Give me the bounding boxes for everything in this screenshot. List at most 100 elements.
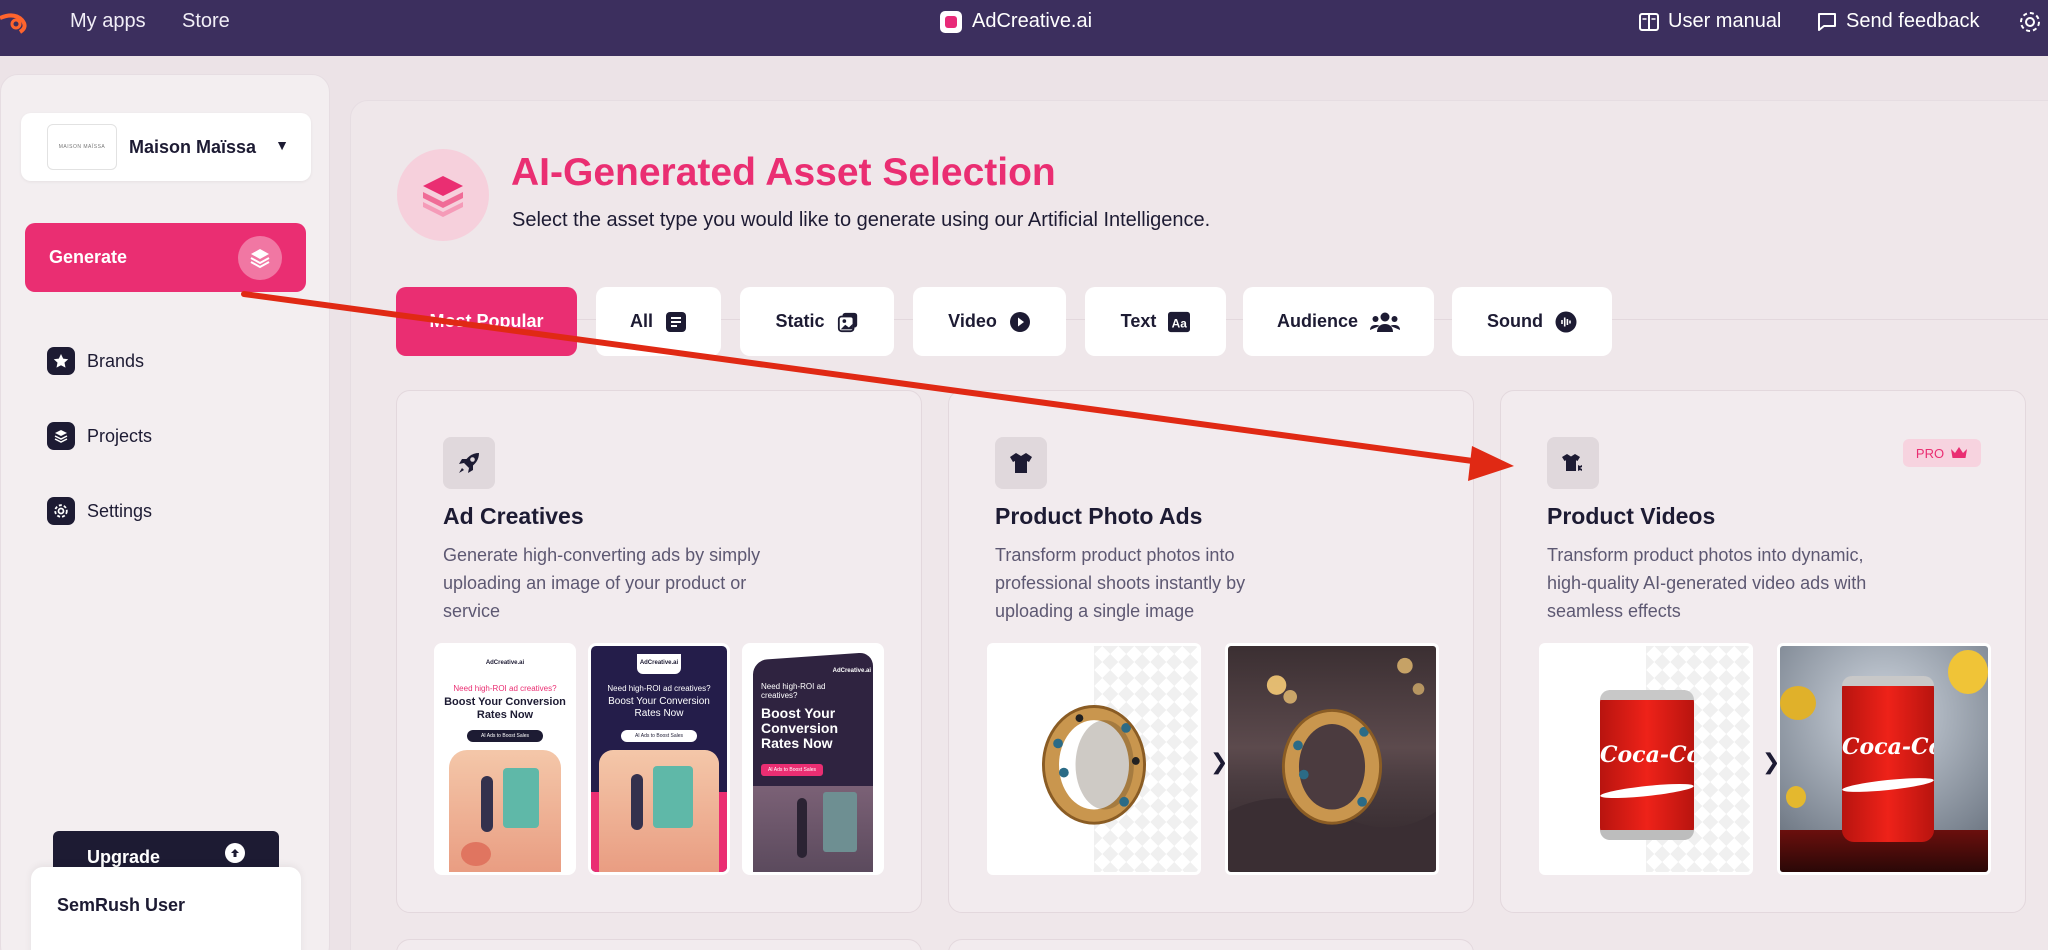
- tab-text[interactable]: Text Aa: [1085, 287, 1226, 356]
- card-title: Ad Creatives: [443, 503, 584, 529]
- page-title: AI-Generated Asset Selection: [511, 151, 1056, 194]
- my-apps-link[interactable]: My apps: [70, 10, 146, 33]
- ad-cta: AI Ads to Boost Sales: [621, 730, 697, 742]
- ad-preview-1: AdCreative.ai Need high-ROI ad creatives…: [434, 643, 576, 875]
- tab-label: Video: [948, 311, 997, 331]
- user-manual-label: User manual: [1668, 10, 1782, 32]
- sidebar-item-label: Brands: [87, 350, 145, 371]
- card-title: Product Videos: [1547, 503, 1716, 529]
- tab-most-popular[interactable]: Most Popular: [396, 287, 577, 356]
- tab-label: Audience: [1276, 311, 1359, 331]
- tab-all[interactable]: All: [596, 287, 721, 356]
- video-shirt-icon: [1547, 437, 1599, 489]
- sidebar-item-projects[interactable]: Projects: [47, 422, 152, 450]
- ad-preview-2: AdCreative.ai Need high-ROI ad creatives…: [588, 643, 730, 875]
- gold-ring-image: [1042, 705, 1146, 825]
- main-panel: AI-Generated Asset Selection Select the …: [350, 100, 2048, 950]
- tab-label: Most Popular: [429, 311, 544, 331]
- pro-badge-label: PRO: [1915, 445, 1945, 461]
- sidebar-item-label: Projects: [87, 425, 153, 446]
- sidebar-item-label: Settings: [87, 500, 153, 521]
- ad-headline: Boost Your Conversion Rates Now: [608, 696, 710, 719]
- svg-text:Aa: Aa: [1172, 316, 1188, 330]
- user-name: SemRush User: [57, 895, 186, 915]
- user-card[interactable]: SemRush User: [31, 867, 301, 950]
- ad-kicker: Need high-ROI ad creatives?: [453, 684, 557, 693]
- brand-name: Maison Maïssa: [129, 136, 257, 157]
- asset-card-product-photo-ads[interactable]: Product Photo Ads Transform product phot…: [948, 390, 1474, 913]
- gear-icon[interactable]: [2018, 10, 2042, 34]
- list-icon: [665, 311, 687, 333]
- brand-selector[interactable]: MAISON MAÏSSA Maison Maïssa ▼: [21, 113, 311, 181]
- ad-brand: AdCreative.ai: [832, 668, 871, 674]
- top-bar: My apps Store AdCreative.ai User manual …: [0, 0, 2048, 56]
- brand-logo: MAISON MAÏSSA: [47, 124, 117, 170]
- ad-kicker: Need high-ROI ad creatives?: [607, 684, 711, 693]
- ad-brand: AdCreative.ai: [639, 660, 679, 666]
- asset-card-product-videos[interactable]: PRO Product Videos Transform product pho…: [1500, 390, 2026, 913]
- gear-icon: [47, 497, 75, 525]
- ad-headline: Boost Your Conversion Rates Now: [761, 705, 839, 751]
- layers-icon: [397, 149, 489, 241]
- layers-icon: [238, 236, 282, 280]
- can-label: Coca-Col: [1842, 734, 1934, 760]
- soda-can-image: Coca-Col: [1841, 676, 1935, 842]
- pro-badge: PRO: [1903, 439, 1981, 467]
- ad-cta: AI Ads to Boost Sales: [761, 764, 823, 776]
- arrow-up-icon: [225, 843, 245, 863]
- crown-icon: [1951, 447, 1968, 458]
- send-feedback-link[interactable]: Send feedback: [1816, 10, 1979, 33]
- tab-video[interactable]: Video: [913, 287, 1066, 356]
- ad-preview-3: AdCreative.ai Need high-ROI ad creatives…: [742, 643, 884, 875]
- tab-static[interactable]: Static: [740, 287, 894, 356]
- star-icon: [47, 347, 75, 375]
- upgrade-label: Upgrade: [87, 846, 161, 867]
- ad-illustration: [753, 786, 873, 872]
- app-title: AdCreative.ai: [940, 10, 1092, 33]
- store-link[interactable]: Store: [182, 10, 230, 33]
- product-photo-after: [1225, 643, 1439, 875]
- sidebar-item-brands[interactable]: Brands: [47, 347, 144, 375]
- users-icon: [1370, 311, 1401, 333]
- soda-can-image: Coca-Col: [1599, 690, 1695, 840]
- generate-label: Generate: [49, 247, 128, 267]
- can-label: Coca-Col: [1600, 742, 1694, 768]
- tab-sound[interactable]: Sound: [1452, 287, 1612, 356]
- generate-button[interactable]: Generate: [25, 223, 306, 292]
- sidebar-item-settings[interactable]: Settings: [47, 497, 152, 525]
- layers-icon: [47, 422, 75, 450]
- ad-illustration: [599, 750, 719, 872]
- ad-illustration: [449, 750, 561, 872]
- send-feedback-label: Send feedback: [1846, 10, 1980, 32]
- tab-label: Sound: [1487, 311, 1543, 331]
- card-description: Transform product photos into profession…: [995, 545, 1246, 621]
- rocket-icon: [443, 437, 495, 489]
- book-icon: [1639, 12, 1659, 31]
- ad-brand: AdCreative.ai: [485, 660, 525, 666]
- product-video-after: Coca-Col: [1777, 643, 1991, 875]
- card-title: Product Photo Ads: [995, 503, 1203, 529]
- gold-ring-image: [1228, 657, 1436, 872]
- tab-audience[interactable]: Audience: [1243, 287, 1434, 356]
- product-photo-before: [987, 643, 1201, 875]
- ad-cta: AI Ads to Boost Sales: [467, 730, 543, 742]
- shirt-icon: [995, 437, 1047, 489]
- asset-card-ad-creatives[interactable]: Ad Creatives Generate high-converting ad…: [396, 390, 922, 913]
- sidebar: MAISON MAÏSSA Maison Maïssa ▼ Generate B…: [0, 74, 330, 950]
- tab-label: Text: [1120, 311, 1157, 331]
- card-description: Transform product photos into dynamic, h…: [1547, 545, 1867, 621]
- images-icon: [837, 311, 859, 333]
- feedback-icon: [1818, 12, 1836, 31]
- semrush-logo-icon[interactable]: [0, 10, 34, 36]
- asset-card-next-row: [396, 939, 922, 950]
- tab-label: All: [629, 311, 653, 331]
- card-description: Generate high-converting ads by simply u…: [443, 545, 761, 621]
- caret-down-icon: ▼: [275, 137, 289, 153]
- asset-card-next-row: [948, 939, 1474, 950]
- page-subtitle: Select the asset type you would like to …: [512, 209, 1211, 231]
- sound-icon: [1555, 311, 1577, 333]
- adcreative-app-icon: [940, 10, 962, 33]
- user-manual-link[interactable]: User manual: [1638, 10, 1781, 33]
- product-video-before: Coca-Col: [1539, 643, 1753, 875]
- ad-kicker: Need high-ROI ad creatives?: [761, 682, 826, 700]
